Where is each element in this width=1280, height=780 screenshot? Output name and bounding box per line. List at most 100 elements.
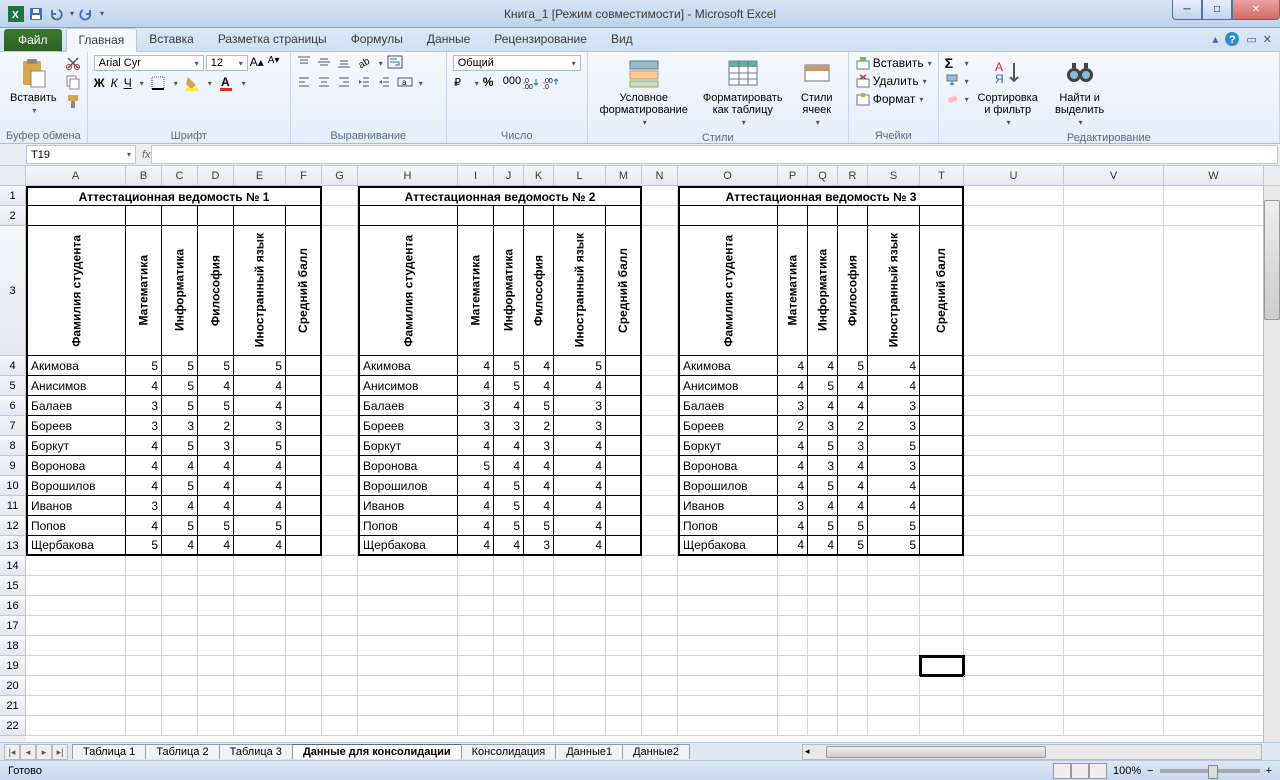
cell-U19[interactable]	[964, 656, 1064, 676]
column-header-Q[interactable]: Q	[808, 166, 838, 185]
cell-B20[interactable]	[126, 676, 162, 696]
zoom-slider[interactable]	[1160, 769, 1260, 773]
cell-I18[interactable]	[458, 636, 494, 656]
cell-S16[interactable]	[868, 596, 920, 616]
cell-P15[interactable]	[778, 576, 808, 596]
cell-C22[interactable]	[162, 716, 198, 736]
cell-U8[interactable]	[964, 436, 1064, 456]
cell-W17[interactable]	[1164, 616, 1264, 636]
cell-V4[interactable]	[1064, 356, 1164, 376]
cell-F22[interactable]	[286, 716, 322, 736]
cell-J19[interactable]	[494, 656, 524, 676]
cell-H14[interactable]	[358, 556, 458, 576]
cell-O16[interactable]	[678, 596, 778, 616]
zoom-level[interactable]: 100%	[1113, 765, 1141, 777]
cell-H21[interactable]	[358, 696, 458, 716]
cell-C17[interactable]	[162, 616, 198, 636]
cell-N21[interactable]	[642, 696, 678, 716]
help-icon[interactable]: ?	[1224, 31, 1240, 47]
font-color-icon[interactable]: A	[218, 75, 234, 91]
cell-P19[interactable]	[778, 656, 808, 676]
undo-icon[interactable]	[48, 6, 64, 22]
cell-I20[interactable]	[458, 676, 494, 696]
cell-V18[interactable]	[1064, 636, 1164, 656]
cell-D20[interactable]	[198, 676, 234, 696]
cell-H18[interactable]	[358, 636, 458, 656]
cell-Q2[interactable]	[808, 206, 838, 226]
cell-J15[interactable]	[494, 576, 524, 596]
cell-G3[interactable]	[322, 226, 358, 356]
cell-D14[interactable]	[198, 556, 234, 576]
fill-button[interactable]: ▾	[945, 73, 969, 89]
cell-N16[interactable]	[642, 596, 678, 616]
cell-M22[interactable]	[606, 716, 642, 736]
cell-W14[interactable]	[1164, 556, 1264, 576]
cell-U6[interactable]	[964, 396, 1064, 416]
ribbon-tab-Разметка страницы[interactable]: Разметка страницы	[206, 28, 339, 51]
cell-T20[interactable]	[920, 676, 964, 696]
row-header-22[interactable]: 22	[0, 716, 26, 736]
cell-B17[interactable]	[126, 616, 162, 636]
cell-W15[interactable]	[1164, 576, 1264, 596]
cell-F18[interactable]	[286, 636, 322, 656]
cell-W11[interactable]	[1164, 496, 1264, 516]
cell-W4[interactable]	[1164, 356, 1264, 376]
cell-A21[interactable]	[26, 696, 126, 716]
cell-W21[interactable]	[1164, 696, 1264, 716]
sheet-tab-1[interactable]: Таблица 2	[145, 744, 219, 759]
row-header-7[interactable]: 7	[0, 416, 26, 436]
cell-N15[interactable]	[642, 576, 678, 596]
font-size-combo[interactable]: 12▾	[206, 55, 248, 71]
cell-E21[interactable]	[234, 696, 286, 716]
cell-P16[interactable]	[778, 596, 808, 616]
cell-N18[interactable]	[642, 636, 678, 656]
cell-T17[interactable]	[920, 616, 964, 636]
cell-G18[interactable]	[322, 636, 358, 656]
cell-U9[interactable]	[964, 456, 1064, 476]
cell-F16[interactable]	[286, 596, 322, 616]
cell-G17[interactable]	[322, 616, 358, 636]
cell-D2[interactable]	[198, 206, 234, 226]
gap-0-3[interactable]	[322, 416, 358, 436]
cell-K20[interactable]	[524, 676, 554, 696]
cell-N17[interactable]	[642, 616, 678, 636]
sheet-nav-buttons[interactable]: |◂ ◂ ▸ ▸|	[0, 744, 72, 760]
cell-U20[interactable]	[964, 676, 1064, 696]
cell-V13[interactable]	[1064, 536, 1164, 556]
align-right-icon[interactable]	[337, 75, 353, 91]
cell-P22[interactable]	[778, 716, 808, 736]
gap-1-7[interactable]	[642, 496, 678, 516]
number-format-combo[interactable]: Общий▾	[453, 55, 581, 71]
cell-U14[interactable]	[964, 556, 1064, 576]
decrease-decimal-icon[interactable]: ,00,0	[543, 75, 559, 91]
cell-W12[interactable]	[1164, 516, 1264, 536]
row-header-15[interactable]: 15	[0, 576, 26, 596]
cell-R2[interactable]	[838, 206, 868, 226]
first-sheet-icon[interactable]: |◂	[4, 744, 20, 760]
cell-P21[interactable]	[778, 696, 808, 716]
close-button[interactable]: ✕	[1232, 0, 1280, 20]
cell-T2[interactable]	[920, 206, 964, 226]
cell-U11[interactable]	[964, 496, 1064, 516]
cell-V9[interactable]	[1064, 456, 1164, 476]
file-tab[interactable]: Файл	[4, 29, 62, 51]
insert-cells-button[interactable]: Вставить▾	[855, 55, 932, 71]
cell-N22[interactable]	[642, 716, 678, 736]
column-header-G[interactable]: G	[322, 166, 358, 185]
select-all-corner[interactable]	[0, 166, 26, 185]
cell-K14[interactable]	[524, 556, 554, 576]
cell-M18[interactable]	[606, 636, 642, 656]
row-header-11[interactable]: 11	[0, 496, 26, 516]
cell-D18[interactable]	[198, 636, 234, 656]
cell-R17[interactable]	[838, 616, 868, 636]
row-header-2[interactable]: 2	[0, 206, 26, 226]
column-header-T[interactable]: T	[920, 166, 964, 185]
cell-W22[interactable]	[1164, 716, 1264, 736]
cell-G14[interactable]	[322, 556, 358, 576]
cell-I22[interactable]	[458, 716, 494, 736]
cell-I21[interactable]	[458, 696, 494, 716]
cell-P2[interactable]	[778, 206, 808, 226]
cell-V3[interactable]	[1064, 226, 1164, 356]
cell-R14[interactable]	[838, 556, 868, 576]
column-header-P[interactable]: P	[778, 166, 808, 185]
